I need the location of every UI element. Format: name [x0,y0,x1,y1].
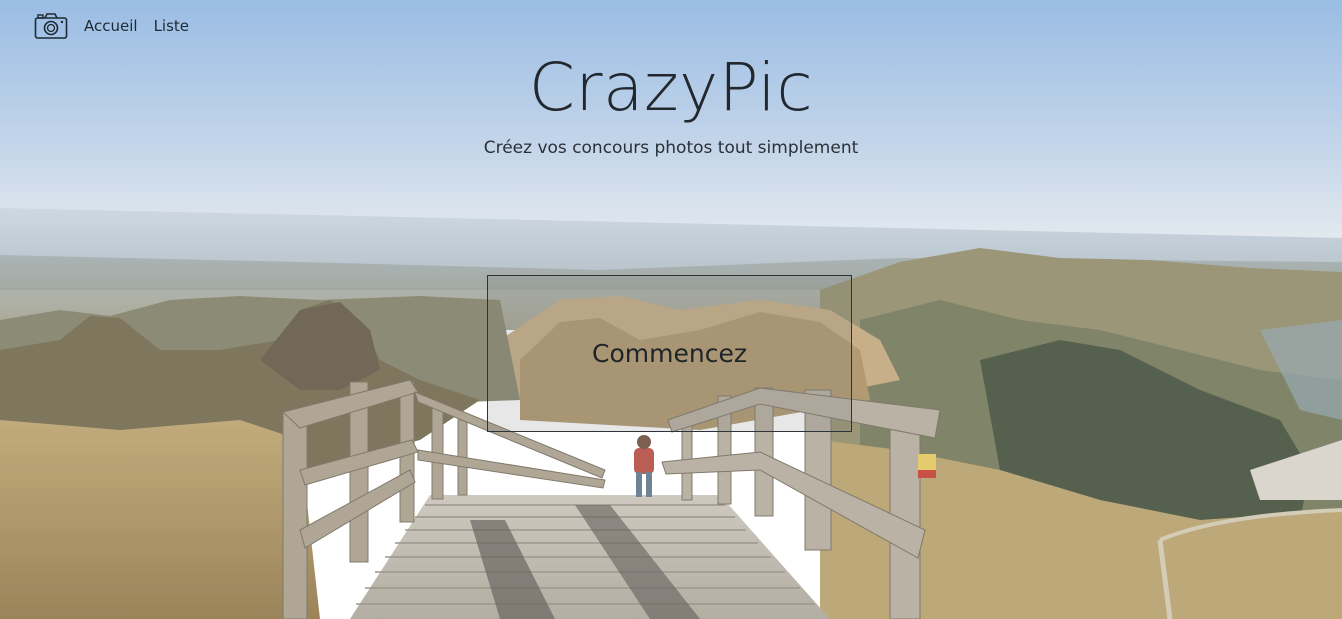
page-subtitle: Créez vos concours photos tout simplemen… [483,138,859,158]
camera-icon[interactable] [34,12,68,40]
start-button[interactable]: Commencez [487,275,852,432]
top-navbar: Accueil Liste [34,11,189,41]
nav-link-liste[interactable]: Liste [154,17,189,35]
nav-link-accueil[interactable]: Accueil [84,17,138,35]
landing-page: Accueil Liste CrazyPic Créez vos concour… [0,0,1342,619]
page-title: CrazyPic [528,49,814,126]
